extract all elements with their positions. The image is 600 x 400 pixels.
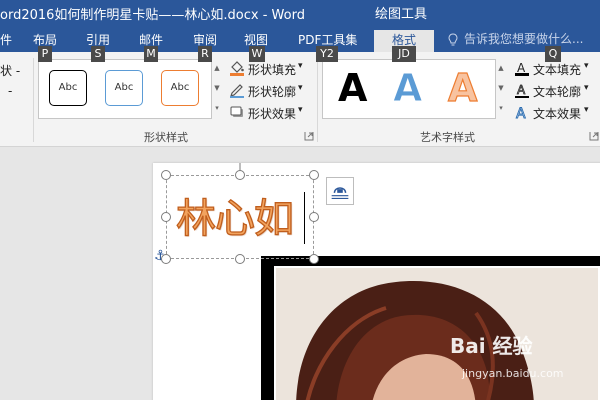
wordart-style-black[interactable]: A xyxy=(338,66,367,110)
shape-fill-button[interactable]: 形状填充 xyxy=(248,61,296,78)
shape-styles-scroll-up[interactable]: ▲ xyxy=(211,60,223,76)
text-outline-dropdown-arrow[interactable]: ▾ xyxy=(584,83,589,93)
wordart-styles-more[interactable]: ▾ xyxy=(495,100,507,116)
svg-text:A: A xyxy=(517,61,526,75)
resize-handle-top-left[interactable] xyxy=(161,170,171,180)
shape-outline-dropdown-arrow[interactable]: ▾ xyxy=(298,83,303,93)
keytip-pdf-tools: Y2 xyxy=(316,46,338,62)
watermark: Bai 经验 xyxy=(450,334,533,358)
wordart-styles-scroll-up[interactable]: ▲ xyxy=(495,60,507,76)
shape-style-black[interactable]: Abc xyxy=(49,70,87,106)
resize-handle-bottom[interactable] xyxy=(235,254,245,264)
text-fill-button[interactable]: 文本填充 xyxy=(533,61,581,78)
wordart-styles-dialog-launcher-icon[interactable] xyxy=(589,131,599,141)
keytip-mailings: M xyxy=(144,46,158,62)
resize-handle-top-right[interactable] xyxy=(309,170,319,180)
shape-styles-group-label: 形状样式 xyxy=(144,131,188,144)
resize-handle-bottom-right[interactable] xyxy=(309,254,319,264)
tab-file[interactable]: 件 xyxy=(0,31,12,48)
wordart-styles-scroll-down[interactable]: ▼ xyxy=(495,80,507,96)
window-title: ord2016如何制作明星卡贴——林心如.docx - Word xyxy=(0,8,305,23)
wordart-name-text[interactable]: 林心如 xyxy=(175,186,294,244)
text-fill-dropdown-arrow[interactable]: ▾ xyxy=(584,61,589,71)
keytip-layout: P xyxy=(38,46,52,62)
shape-styles-dialog-launcher-icon[interactable] xyxy=(304,131,314,141)
ribbon-divider xyxy=(33,58,34,142)
wordart-style-orange[interactable]: A xyxy=(447,65,478,110)
wordart-styles-group-label: 艺术字样式 xyxy=(420,131,475,144)
drawing-tools-context-label: 绘图工具 xyxy=(375,7,428,22)
shape-style-blue[interactable]: Abc xyxy=(105,70,143,106)
resize-handle-bottom-left[interactable] xyxy=(161,254,171,264)
text-effects-button[interactable]: 文本效果 xyxy=(533,105,581,122)
wordart-style-blue[interactable]: A xyxy=(392,66,422,111)
shape-styles-more[interactable]: ▾ xyxy=(211,100,223,116)
layout-options-icon[interactable] xyxy=(326,177,354,205)
shape-outline-button[interactable]: 形状轮廓 xyxy=(248,83,296,100)
svg-text:A: A xyxy=(516,106,526,120)
shape-effects-icon xyxy=(230,106,243,117)
watermark-url: jingyan.baidu.com xyxy=(462,367,564,380)
text-effects-icon: A xyxy=(516,106,527,120)
text-effects-dropdown-arrow[interactable]: ▾ xyxy=(584,105,589,115)
shape-effects-dropdown-arrow[interactable]: ▾ xyxy=(298,105,303,115)
keytip-view: W xyxy=(249,46,265,62)
shape-outline-icon xyxy=(230,84,244,98)
lightbulb-icon xyxy=(448,33,458,46)
svg-text:A: A xyxy=(517,83,526,97)
text-fill-icon: A xyxy=(515,61,529,76)
tell-me-search[interactable]: 告诉我您想要做什么... xyxy=(464,30,583,47)
shape-styles-scroll-down[interactable]: ▼ xyxy=(211,80,223,96)
text-outline-icon: A xyxy=(515,83,529,98)
ribbon-divider xyxy=(317,58,318,142)
shape-fill-icon xyxy=(230,61,244,76)
resize-handle-right[interactable] xyxy=(309,212,319,222)
text-outline-button[interactable]: 文本轮廓 xyxy=(533,83,581,100)
resize-handle-top[interactable] xyxy=(235,170,245,180)
keytip-references: S xyxy=(91,46,105,62)
keytip-format: JD xyxy=(392,46,416,62)
shape-fill-dropdown-arrow[interactable]: ▾ xyxy=(298,61,303,71)
insert-shapes-cut-dropdown[interactable]: - xyxy=(8,84,12,98)
keytip-review: R xyxy=(198,46,212,62)
shape-style-orange[interactable]: Abc xyxy=(161,70,199,106)
resize-handle-left[interactable] xyxy=(161,212,171,222)
photo-portrait-illustration xyxy=(276,268,598,400)
keytip-text-fill: Q xyxy=(545,46,561,62)
text-cursor xyxy=(304,192,305,244)
insert-shapes-cut-label[interactable]: 状 - xyxy=(0,62,20,79)
shape-effects-button[interactable]: 形状效果 xyxy=(248,105,296,122)
